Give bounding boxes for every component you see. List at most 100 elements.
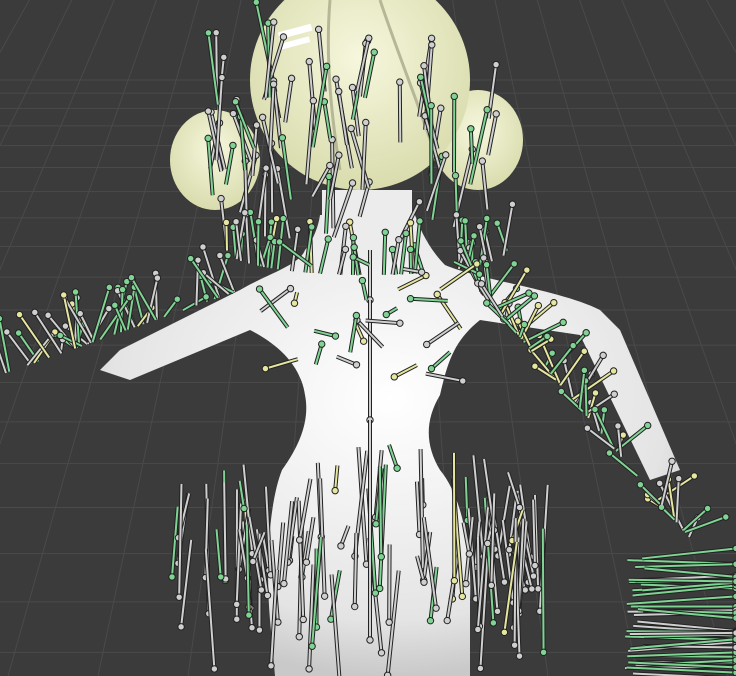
bone-joint[interactable]	[452, 211, 461, 219]
bone-joint[interactable]	[351, 602, 359, 611]
bone-joint[interactable]	[168, 573, 176, 581]
bone-joint[interactable]	[3, 328, 11, 336]
bone-joint[interactable]	[493, 219, 501, 227]
bone-joint[interactable]	[249, 557, 257, 566]
bone-joint[interactable]	[417, 268, 426, 276]
bone-joint[interactable]	[432, 604, 440, 612]
bone-joint[interactable]	[216, 251, 224, 260]
bone-joint[interactable]	[381, 228, 389, 236]
bone-joint[interactable]	[342, 222, 350, 230]
bone-joint[interactable]	[583, 424, 592, 432]
bone-joint[interactable]	[365, 34, 373, 42]
bone-joint[interactable]	[462, 579, 470, 588]
bone-joint[interactable]	[580, 366, 589, 375]
bone-joint[interactable]	[331, 486, 339, 495]
bone-joint[interactable]	[257, 586, 266, 594]
bone-joint[interactable]	[473, 260, 481, 268]
bone-joint[interactable]	[322, 62, 331, 71]
bone-joint[interactable]	[173, 295, 181, 303]
bone-joint[interactable]	[350, 243, 358, 251]
bone-joint[interactable]	[335, 151, 343, 159]
bone-joint[interactable]	[591, 405, 599, 414]
bone-joint[interactable]	[534, 585, 542, 593]
bone-joint[interactable]	[478, 157, 487, 165]
bone-joint[interactable]	[396, 78, 404, 86]
bone-joint[interactable]	[212, 28, 220, 37]
bone-joint[interactable]	[690, 472, 699, 480]
bone-joint[interactable]	[76, 309, 84, 318]
bone-joint[interactable]	[520, 320, 529, 329]
bone-joint[interactable]	[465, 550, 474, 558]
bone-joint[interactable]	[557, 387, 566, 396]
bone-joint[interactable]	[241, 208, 249, 217]
bone-joint[interactable]	[204, 29, 213, 37]
bone-joint[interactable]	[229, 141, 237, 150]
bone-joint[interactable]	[476, 664, 485, 673]
bone-joint[interactable]	[406, 219, 415, 227]
bone-joint[interactable]	[186, 254, 195, 263]
bone-joint[interactable]	[199, 243, 207, 251]
bone-joint[interactable]	[393, 464, 401, 472]
bone-joint[interactable]	[427, 101, 435, 110]
bone-joint[interactable]	[222, 218, 231, 227]
bone-joint[interactable]	[233, 600, 241, 608]
bone-joint[interactable]	[382, 310, 390, 319]
bone-joint[interactable]	[609, 367, 618, 375]
bone-joint[interactable]	[534, 301, 543, 310]
bone-joint[interactable]	[483, 299, 491, 307]
bone-joint[interactable]	[531, 561, 539, 570]
bone-joint[interactable]	[309, 97, 318, 105]
bone-joint[interactable]	[417, 73, 425, 81]
bone-joint[interactable]	[510, 260, 518, 268]
bone-joint[interactable]	[349, 253, 357, 261]
bone-joint[interactable]	[320, 592, 329, 600]
bone-joint[interactable]	[261, 364, 270, 373]
bone-joint[interactable]	[600, 406, 609, 414]
bone-joint[interactable]	[487, 581, 496, 590]
bone-joint[interactable]	[450, 92, 458, 101]
3d-viewport[interactable]	[0, 0, 736, 676]
bone-joint[interactable]	[318, 340, 326, 348]
bone-joint[interactable]	[118, 285, 127, 294]
bone-joint[interactable]	[505, 546, 514, 554]
bone-joint[interactable]	[270, 18, 278, 26]
bone-joint[interactable]	[308, 223, 316, 231]
bone-joint[interactable]	[252, 0, 260, 6]
bone-joint[interactable]	[703, 504, 712, 513]
bone-joint[interactable]	[675, 474, 683, 483]
bone-joint[interactable]	[385, 618, 393, 626]
bone-joint[interactable]	[372, 520, 380, 528]
bone-joint[interactable]	[402, 229, 410, 238]
bone-joint[interactable]	[514, 317, 522, 325]
bone-joint[interactable]	[515, 652, 524, 660]
bone-joint[interactable]	[229, 109, 238, 118]
bone-joint[interactable]	[531, 362, 539, 370]
bone-joint[interactable]	[290, 299, 299, 307]
bone-joint[interactable]	[474, 625, 482, 634]
bone-joint[interactable]	[14, 329, 23, 337]
bone-joint[interactable]	[451, 171, 460, 180]
bone-joint[interactable]	[643, 421, 652, 430]
bone-joint[interactable]	[500, 578, 509, 586]
bone-joint[interactable]	[305, 665, 313, 673]
bone-joint[interactable]	[232, 217, 240, 226]
bone-joint[interactable]	[459, 377, 467, 385]
bone-joint[interactable]	[218, 73, 226, 82]
bone-joint[interactable]	[525, 289, 533, 297]
bone-joint[interactable]	[599, 351, 607, 360]
bone-joint[interactable]	[255, 285, 264, 293]
bone-joint[interactable]	[111, 301, 119, 309]
bone-joint[interactable]	[352, 361, 361, 369]
bone-joint[interactable]	[528, 585, 536, 593]
bone-joint[interactable]	[204, 134, 212, 143]
bone-joint[interactable]	[105, 283, 114, 292]
bone-joint[interactable]	[395, 235, 403, 244]
bone-joint[interactable]	[492, 60, 500, 69]
bone-joint[interactable]	[591, 389, 600, 397]
bone-joint[interactable]	[341, 245, 350, 254]
bone-joint[interactable]	[406, 294, 415, 303]
bone-joint[interactable]	[202, 293, 210, 301]
bone-joint[interactable]	[286, 284, 295, 293]
bone-joint[interactable]	[60, 291, 68, 299]
bone-joint[interactable]	[358, 276, 367, 285]
